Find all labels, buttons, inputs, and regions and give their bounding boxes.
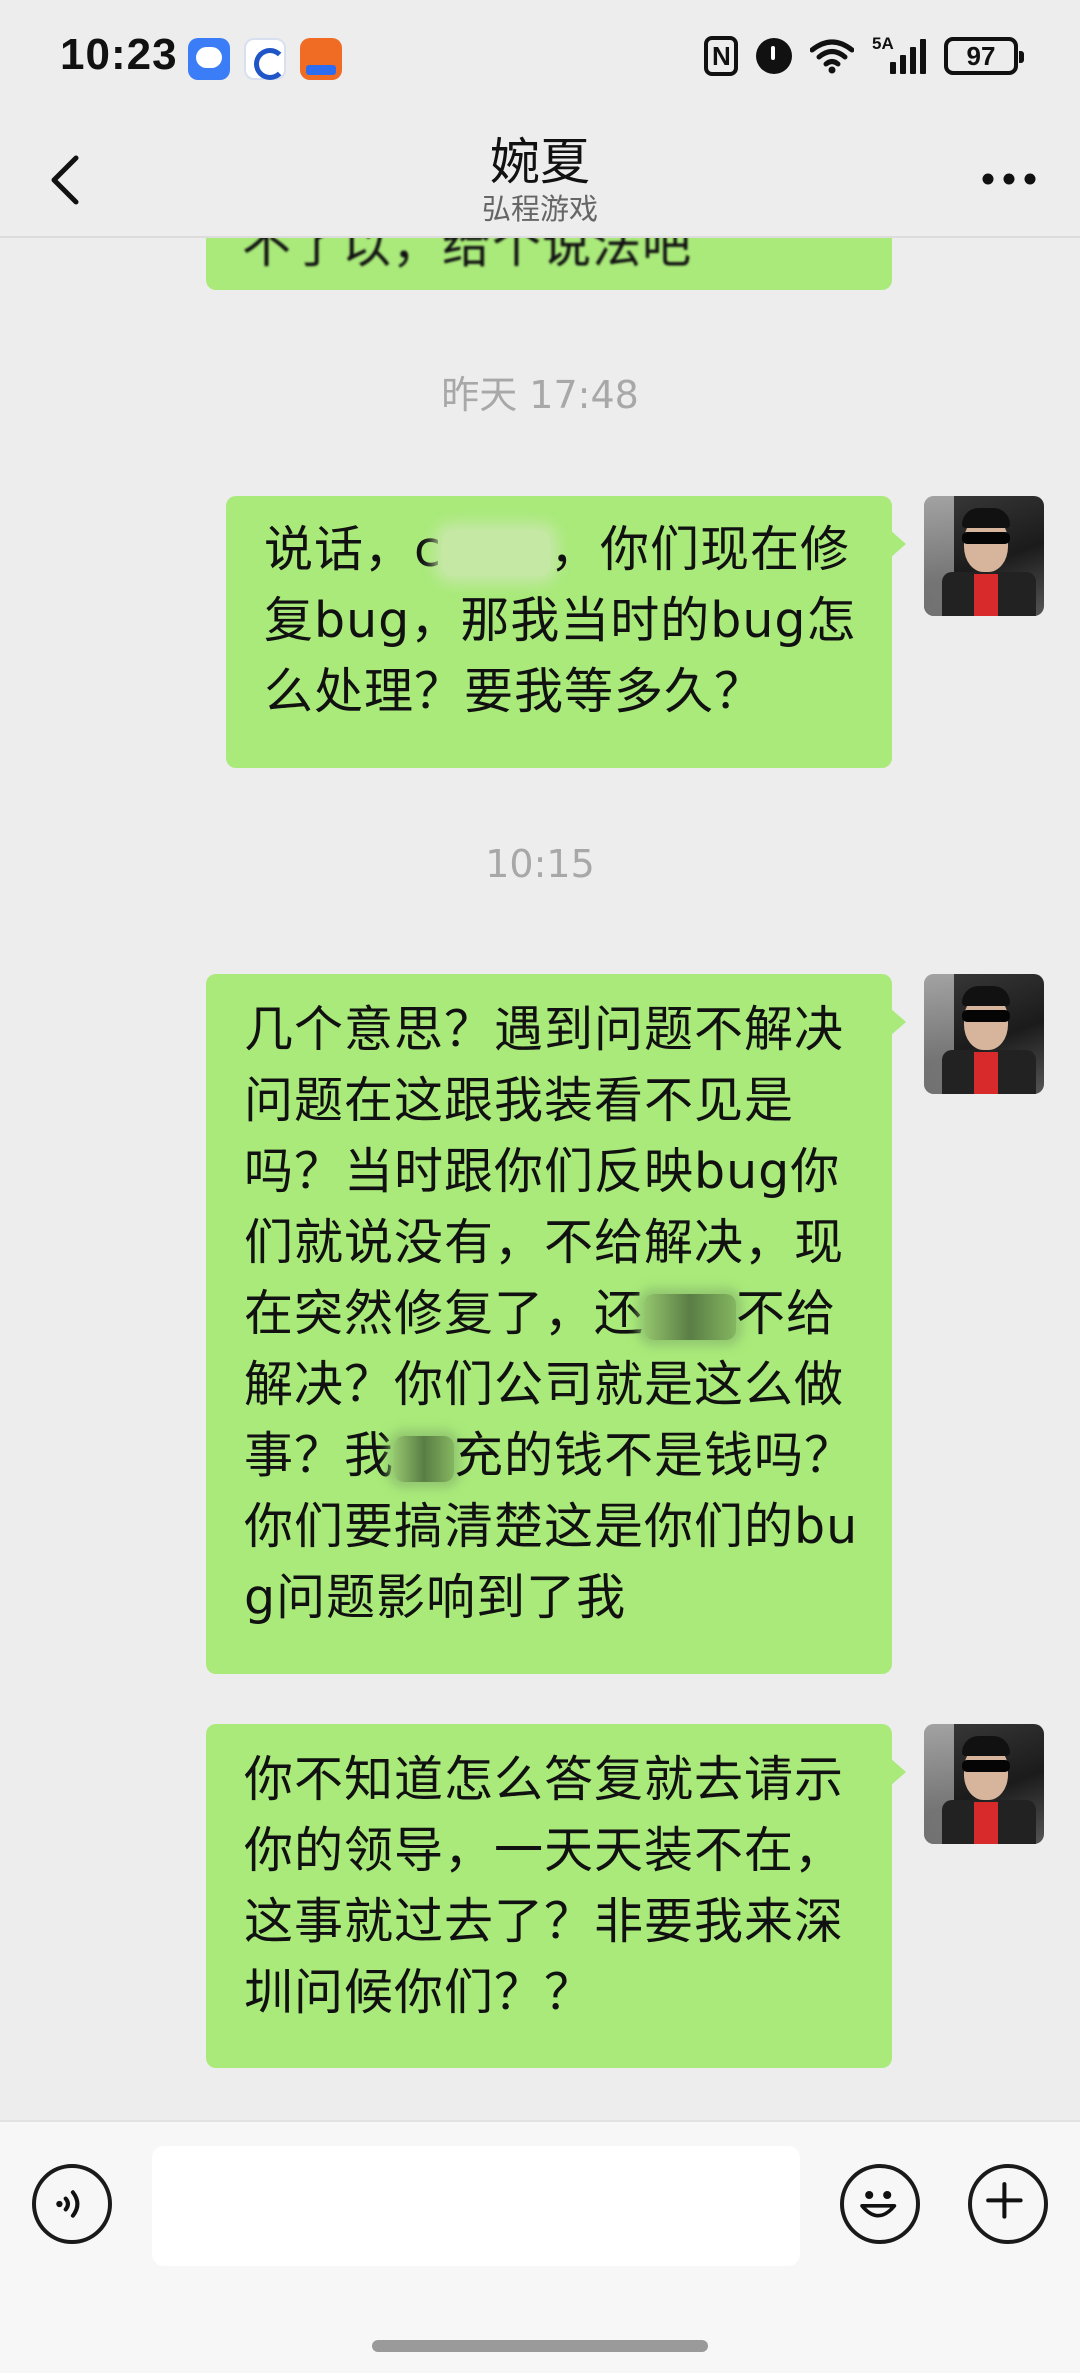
message-text: 你不知道怎么答复就去请示你的领导，一天天装不在，这事就过去了？非要我来深圳问候你… bbox=[244, 1751, 845, 2021]
system-icons: 5A 97 bbox=[704, 34, 1024, 76]
message-bubble[interactable]: 几个意思？遇到问题不解决问题在这跟我装看不见是吗？当时跟你们反映bug你们就说没… bbox=[206, 974, 906, 1674]
alarm-icon bbox=[756, 38, 792, 74]
cell-signal-icon: 5A bbox=[872, 34, 926, 74]
timestamp: 10:15 bbox=[485, 842, 595, 886]
chat-screen: 10:23 5A 97 bbox=[0, 0, 1080, 2373]
shopping-app-icon bbox=[300, 38, 342, 80]
avatar[interactable] bbox=[924, 496, 1044, 616]
message-text: 不了以，给个说法吧 bbox=[242, 238, 693, 274]
input-bar bbox=[0, 2120, 1080, 2373]
plus-icon[interactable] bbox=[968, 2164, 1048, 2244]
message-bubble-partial[interactable]: 不了以，给个说法吧 bbox=[206, 238, 892, 290]
chat-header: 婉夏 弘程游戏 bbox=[0, 120, 1080, 238]
network-type-label: 5A bbox=[872, 34, 894, 53]
message-list[interactable]: 不了以，给个说法吧 昨天 17:48 说话，c ，你们现在修复bug，那我当时的b… bbox=[0, 238, 1080, 2120]
avatar[interactable] bbox=[924, 1724, 1044, 1844]
status-time: 10:23 bbox=[60, 30, 178, 79]
finance-app-icon bbox=[244, 38, 286, 80]
wifi-icon bbox=[810, 39, 854, 74]
message-text: 说话，c bbox=[264, 521, 442, 578]
battery-level: 97 bbox=[966, 40, 996, 71]
status-bar: 10:23 5A 97 bbox=[0, 0, 1080, 120]
voice-icon[interactable] bbox=[32, 2164, 112, 2244]
avatar[interactable] bbox=[924, 974, 1044, 1094]
redacted-blur bbox=[394, 1435, 455, 1482]
contact-name: 婉夏 bbox=[490, 133, 590, 191]
contact-company: 弘程游戏 bbox=[481, 192, 598, 226]
notification-icons bbox=[188, 38, 342, 80]
more-dots-icon[interactable] bbox=[974, 154, 1044, 204]
message-bubble[interactable]: 你不知道怎么答复就去请示你的领导，一天天装不在，这事就过去了？非要我来深圳问候你… bbox=[206, 1724, 906, 2068]
redacted-blur bbox=[441, 529, 550, 576]
message-bubble[interactable]: 说话，c ，你们现在修复bug，那我当时的bug怎么处理？要我等多久？ bbox=[226, 496, 906, 768]
nfc-icon bbox=[704, 36, 738, 76]
message-input[interactable] bbox=[152, 2146, 800, 2266]
emoji-icon[interactable] bbox=[840, 2164, 920, 2244]
redacted-blur bbox=[644, 1293, 737, 1340]
timestamp: 昨天 17:48 bbox=[441, 373, 639, 417]
home-indicator[interactable] bbox=[372, 2340, 708, 2352]
message-app-icon bbox=[188, 38, 230, 80]
battery-icon: 97 bbox=[944, 37, 1024, 75]
